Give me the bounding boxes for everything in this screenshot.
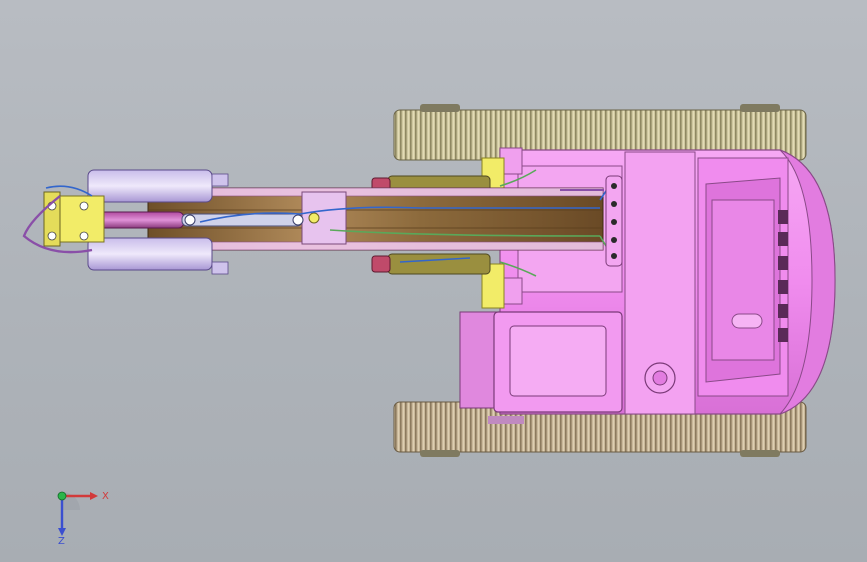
y-axis-dot (57, 491, 67, 501)
x-axis-label: X (102, 491, 109, 502)
coordinate-triad-icon: X Z (57, 491, 109, 546)
bucket-cylinder (93, 211, 304, 229)
z-axis-label: Z (58, 536, 65, 546)
cad-viewport[interactable]: X Z (0, 0, 867, 562)
excavator-top-view[interactable] (0, 0, 867, 562)
hose-fittings (605, 175, 623, 267)
